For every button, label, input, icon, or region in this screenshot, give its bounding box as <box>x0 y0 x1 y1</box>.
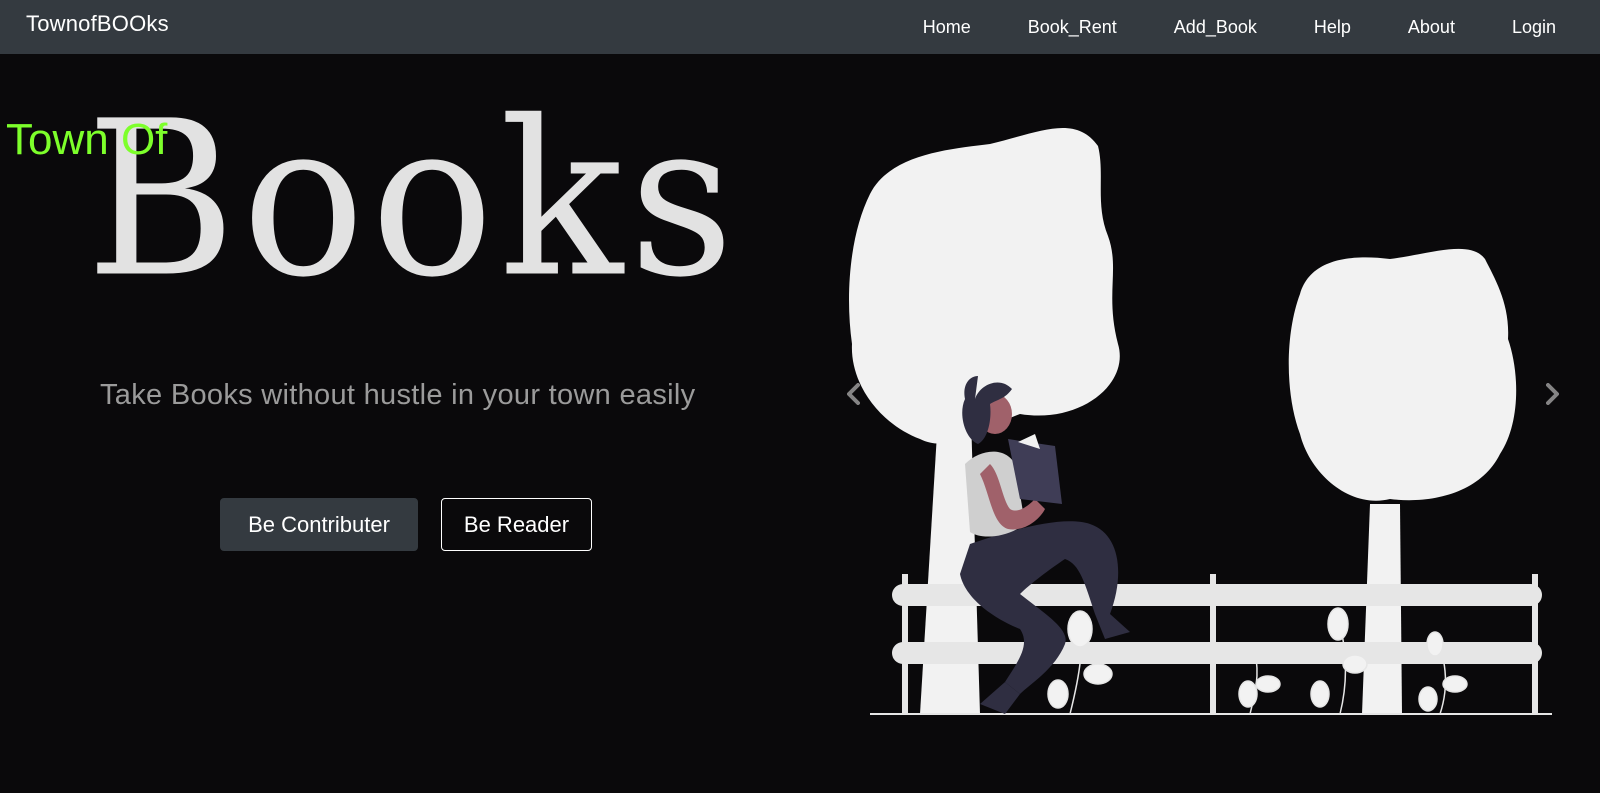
nav-link-about[interactable]: About <box>1408 17 1455 38</box>
hero-title-town-of: Town Of <box>6 115 168 164</box>
navbar: TownofBOOks Home Book_Rent Add_Book Help… <box>0 0 1600 54</box>
nav-link-book-rent[interactable]: Book_Rent <box>1028 17 1117 38</box>
woman-reading-on-fence-illustration <box>849 127 1552 715</box>
be-contributor-button[interactable]: Be Contributer <box>220 498 418 551</box>
carousel-next-button[interactable] <box>1532 374 1572 414</box>
hero-section: Books Town Of Take Books without hustle … <box>0 54 820 793</box>
nav-link-help[interactable]: Help <box>1314 17 1351 38</box>
chevron-left-icon <box>847 383 860 405</box>
nav-links: Home Book_Rent Add_Book Help About Login <box>866 0 1556 54</box>
hero-carousel <box>830 54 1600 793</box>
chevron-right-icon <box>1546 383 1559 405</box>
nav-link-add-book[interactable]: Add_Book <box>1174 17 1257 38</box>
nav-link-login[interactable]: Login <box>1512 17 1556 38</box>
be-reader-button[interactable]: Be Reader <box>441 498 592 551</box>
brand-link[interactable]: TownofBOOks <box>26 11 169 37</box>
nav-link-home[interactable]: Home <box>923 17 971 38</box>
hero-title-books: Books <box>86 76 740 326</box>
hero-tagline: Take Books without hustle in your town e… <box>100 379 696 411</box>
carousel-prev-button[interactable] <box>834 374 874 414</box>
